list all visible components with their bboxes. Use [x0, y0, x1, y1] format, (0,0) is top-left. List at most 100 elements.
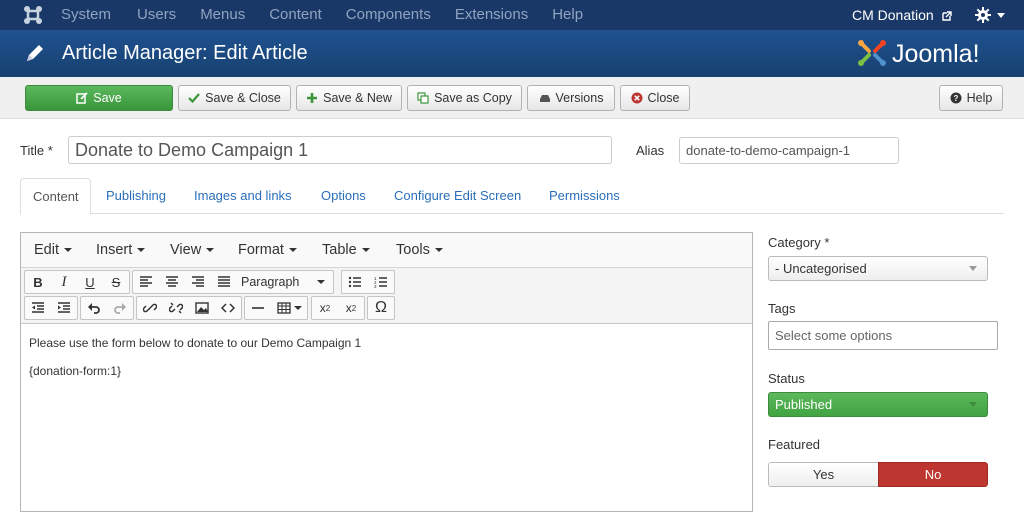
status-value: Published — [775, 397, 833, 412]
pencil-icon — [27, 45, 43, 61]
format-select[interactable]: Paragraph — [237, 271, 333, 293]
save-copy-button[interactable]: Save as Copy — [407, 85, 522, 111]
svg-text:3: 3 — [374, 284, 377, 289]
save-new-label: Save & New — [323, 91, 392, 105]
plus-icon — [307, 93, 318, 103]
omega-icon[interactable]: Ω — [368, 297, 394, 319]
tab-images-links[interactable]: Images and links — [182, 178, 304, 214]
category-label: Category * — [768, 235, 830, 250]
versions-button[interactable]: Versions — [527, 85, 615, 111]
editor-paragraph: {donation-form:1} — [29, 364, 122, 378]
menu-content[interactable]: Content — [269, 0, 322, 30]
site-link[interactable]: CM Donation — [852, 0, 952, 30]
undo-icon[interactable] — [81, 297, 107, 319]
table-group — [244, 296, 308, 320]
editor-menu-format[interactable]: Format — [238, 233, 297, 267]
chevron-down-icon[interactable] — [997, 13, 1005, 18]
alias-input[interactable]: donate-to-demo-campaign-1 — [679, 137, 899, 164]
save-new-button[interactable]: Save & New — [296, 85, 402, 111]
edit-tabs: Content Publishing Images and links Opti… — [20, 178, 1004, 215]
menu-system[interactable]: System — [61, 0, 111, 30]
indent-icon[interactable] — [51, 297, 77, 319]
editor-menu-edit[interactable]: Edit — [34, 233, 72, 267]
featured-no-button[interactable]: No — [878, 462, 988, 487]
editor-menu-table[interactable]: Table — [322, 233, 370, 267]
tab-permissions[interactable]: Permissions — [537, 178, 632, 214]
joomla-brand-text: Joomla! — [892, 40, 980, 68]
page-header: Article Manager: Edit Article Joomla! — [0, 30, 1024, 77]
joomla-logo-icon[interactable] — [22, 5, 44, 25]
category-value: - Uncategorised — [775, 261, 867, 276]
editor-menu-tools-label: Tools — [396, 242, 430, 258]
table-icon[interactable] — [271, 297, 307, 319]
close-icon — [631, 92, 643, 104]
editor-menu-edit-label: Edit — [34, 242, 59, 258]
underline-icon[interactable]: U — [77, 271, 103, 293]
align-group: Paragraph — [132, 270, 334, 294]
help-button[interactable]: ? Help — [939, 85, 1003, 111]
align-justify-icon[interactable] — [211, 271, 237, 293]
superscript-icon[interactable]: x2 — [338, 297, 364, 319]
menu-help[interactable]: Help — [552, 0, 583, 30]
editor-menu-view-label: View — [170, 242, 202, 258]
image-icon[interactable] — [189, 297, 215, 319]
horizontal-rule-icon[interactable] — [245, 297, 271, 319]
chevron-down-icon — [969, 266, 977, 271]
tags-label: Tags — [768, 301, 796, 316]
align-right-icon[interactable] — [185, 271, 211, 293]
insert-group — [136, 296, 242, 320]
bold-icon[interactable]: B — [25, 271, 51, 293]
menu-menus[interactable]: Menus — [200, 0, 245, 30]
bullet-list-icon[interactable] — [342, 271, 368, 293]
save-close-button[interactable]: Save & Close — [178, 85, 291, 111]
script-group: x2 x2 — [311, 296, 365, 320]
gear-icon[interactable] — [975, 7, 991, 23]
italic-icon[interactable]: I — [51, 271, 77, 293]
featured-yes-button[interactable]: Yes — [768, 462, 878, 487]
align-left-icon[interactable] — [133, 271, 159, 293]
close-button[interactable]: Close — [620, 85, 690, 111]
format-select-value: Paragraph — [241, 275, 300, 289]
tab-configure-edit-screen[interactable]: Configure Edit Screen — [382, 178, 533, 214]
close-label: Close — [647, 91, 680, 105]
editor-body[interactable]: Please use the form below to donate to o… — [21, 324, 752, 404]
status-label: Status — [768, 371, 805, 386]
rich-text-editor: Edit Insert View Format Table Tools B I … — [20, 232, 753, 512]
align-center-icon[interactable] — [159, 271, 185, 293]
editor-menu-insert[interactable]: Insert — [96, 233, 146, 267]
title-label: Title * — [20, 143, 53, 158]
tags-input[interactable]: Select some options — [768, 321, 998, 350]
save-close-label: Save & Close — [205, 91, 281, 105]
editor-menu-view[interactable]: View — [170, 233, 215, 267]
alias-label: Alias — [636, 143, 665, 158]
versions-label: Versions — [555, 91, 604, 105]
editor-menu-tools[interactable]: Tools — [396, 233, 443, 267]
action-toolbar: Save Save & Close Save & New Save as Cop… — [0, 77, 1024, 119]
outdent-icon[interactable] — [25, 297, 51, 319]
save-label: Save — [93, 91, 122, 105]
help-label: Help — [966, 91, 993, 105]
tab-content[interactable]: Content — [20, 178, 91, 215]
link-icon[interactable] — [137, 297, 163, 319]
save-button[interactable]: Save — [25, 85, 173, 111]
status-select[interactable]: Published — [768, 392, 988, 417]
menu-users[interactable]: Users — [137, 0, 176, 30]
menu-extensions[interactable]: Extensions — [455, 0, 528, 30]
editor-paragraph: Please use the form below to donate to o… — [29, 336, 362, 350]
tab-options[interactable]: Options — [309, 178, 378, 214]
title-input[interactable]: Donate to Demo Campaign 1 — [68, 136, 612, 164]
menu-components[interactable]: Components — [346, 0, 431, 30]
unlink-icon[interactable] — [163, 297, 189, 319]
numbered-list-icon[interactable]: 123 — [368, 271, 394, 293]
tab-publishing[interactable]: Publishing — [94, 178, 178, 214]
editor-menu-insert-label: Insert — [96, 242, 133, 258]
editor-menu-format-label: Format — [238, 242, 284, 258]
indent-group — [24, 296, 78, 320]
check-icon — [188, 93, 200, 104]
strikethrough-icon[interactable]: S — [103, 271, 129, 293]
history-group — [80, 296, 134, 320]
redo-icon[interactable] — [107, 297, 133, 319]
category-select[interactable]: - Uncategorised — [768, 256, 988, 281]
code-icon[interactable] — [215, 297, 241, 319]
subscript-icon[interactable]: x2 — [312, 297, 338, 319]
